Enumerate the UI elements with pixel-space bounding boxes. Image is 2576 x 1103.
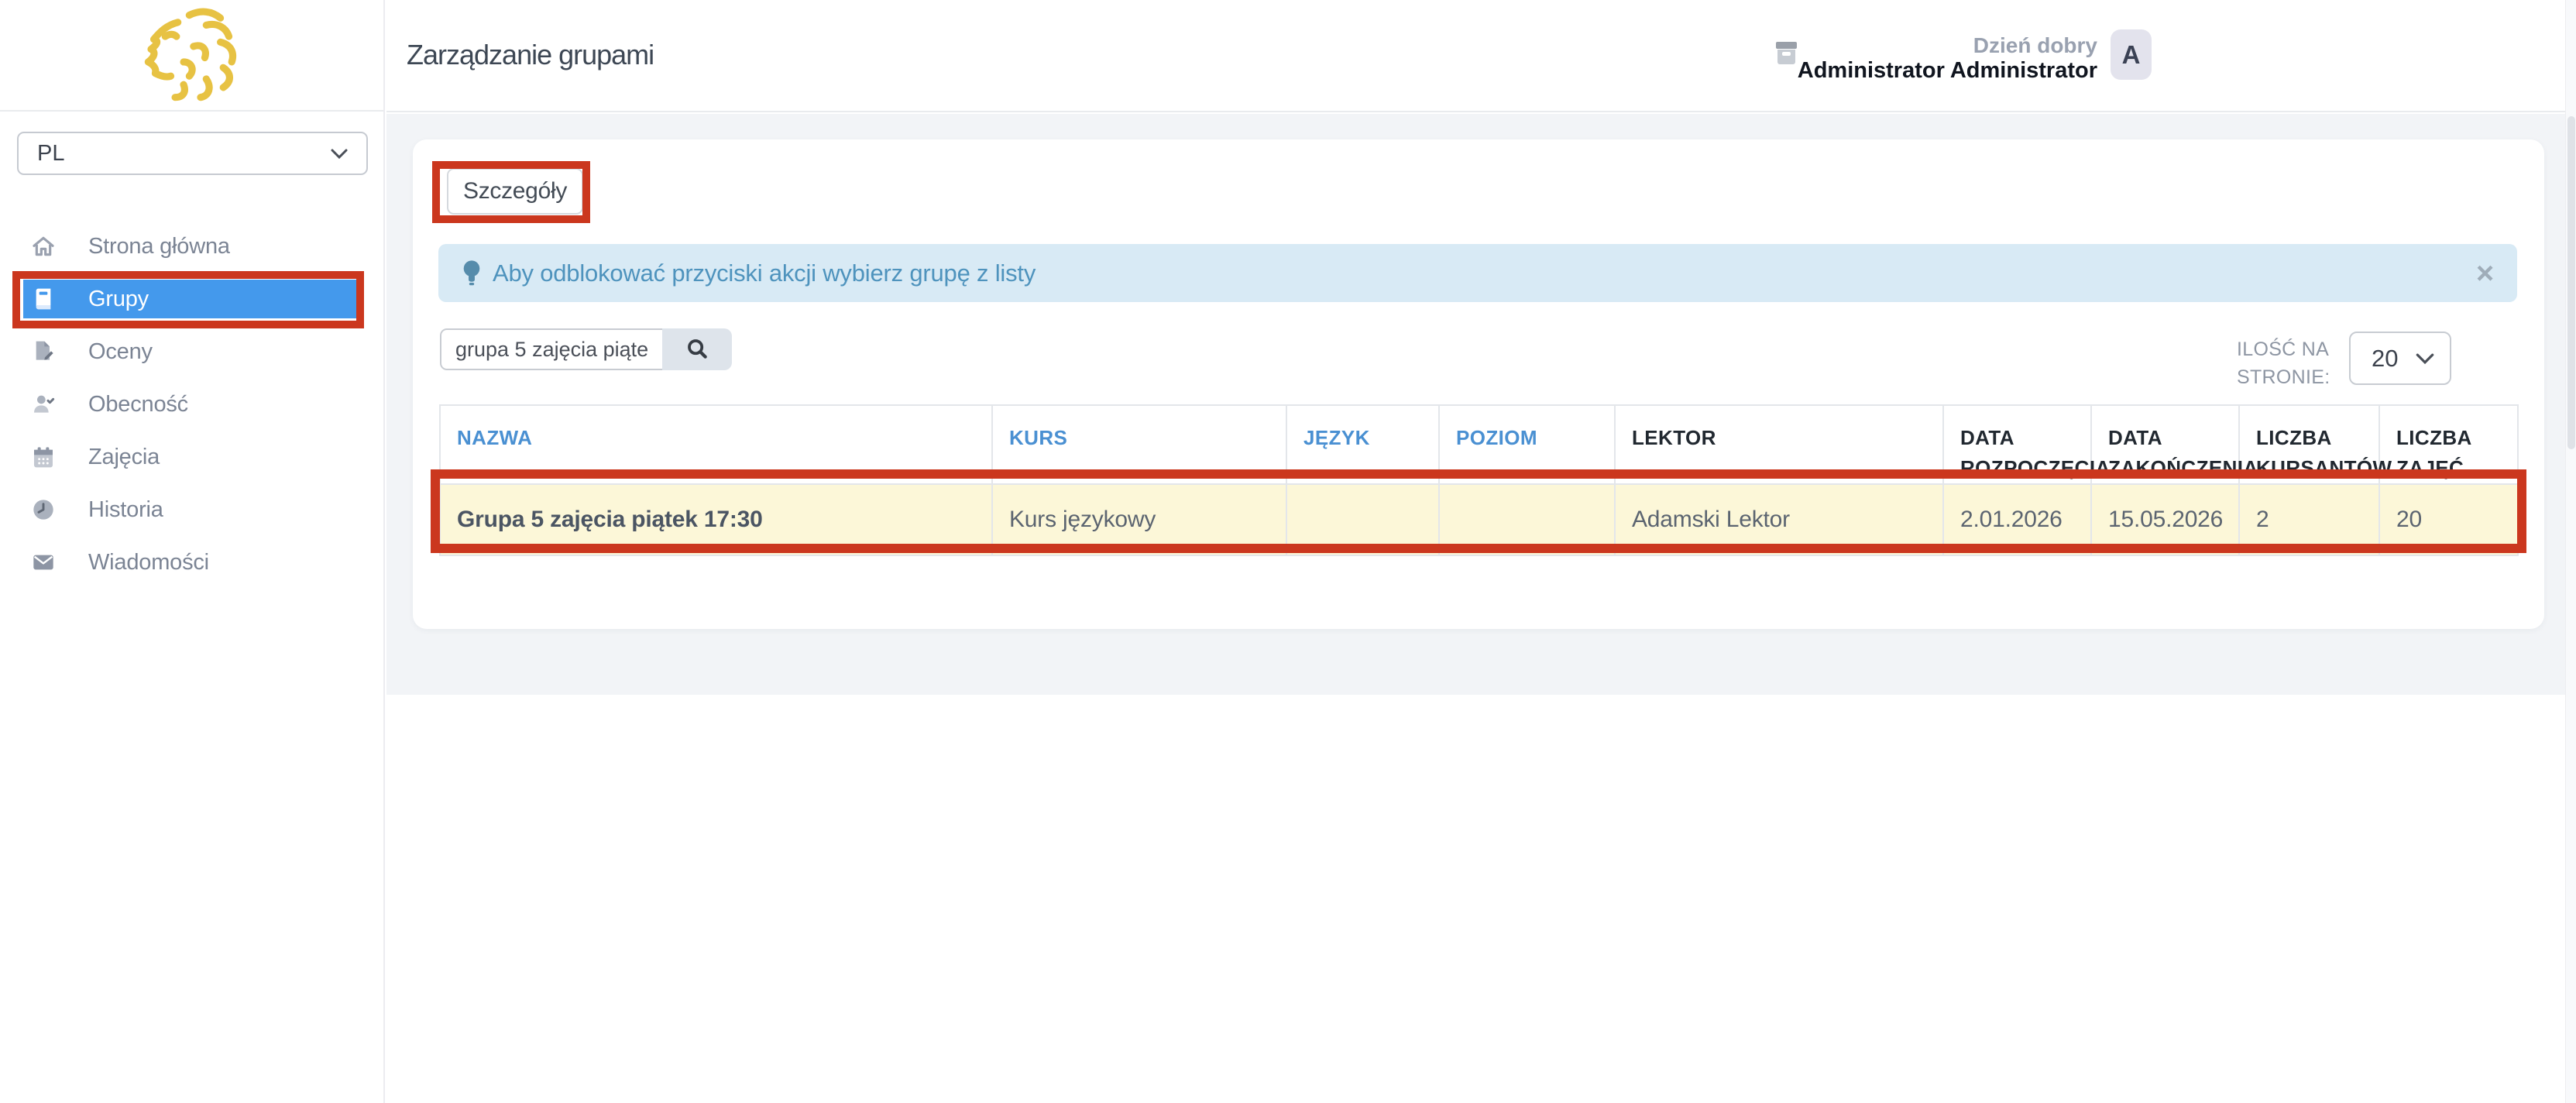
search-icon xyxy=(685,337,709,363)
logo xyxy=(0,0,383,112)
user-name: Administrator Administrator xyxy=(1798,59,2097,82)
book-icon xyxy=(29,285,57,313)
cell-lektor: Adamski Lektor xyxy=(1615,484,1943,555)
chevron-down-icon xyxy=(2416,353,2434,364)
close-icon[interactable]: × xyxy=(2476,258,2494,289)
search-bar xyxy=(440,328,732,370)
page-size-value: 20 xyxy=(2372,345,2398,373)
column-header-poziom[interactable]: POZIOM xyxy=(1439,405,1615,484)
scrollbar-track xyxy=(2565,0,2576,1103)
cell-poziom xyxy=(1439,484,1615,555)
sidebar-item-label: Oceny xyxy=(88,339,153,365)
info-banner-text: Aby odblokować przyciski akcji wybierz g… xyxy=(493,259,1036,287)
groups-card: Szczegóły Aby odblokować przyciski akcji… xyxy=(413,139,2544,629)
language-select[interactable]: PL xyxy=(17,132,368,175)
column-header-data-rozpoczecia: DATA ROZPOCZĘCIA xyxy=(1943,405,2091,484)
sidebar-item-historia[interactable]: Historia xyxy=(0,483,385,536)
sidebar-item-obecnosc[interactable]: Obecność xyxy=(0,378,385,431)
table-header-row: NAZWA KURS JĘZYK POZIOM LEKTOR DATA ROZP… xyxy=(440,405,2518,484)
archive-box-icon[interactable] xyxy=(1776,42,1797,65)
page-size-select[interactable]: 20 xyxy=(2349,332,2451,385)
document-pencil-icon xyxy=(29,338,57,366)
person-check-icon xyxy=(29,390,57,418)
groups-table: NAZWA KURS JĘZYK POZIOM LEKTOR DATA ROZP… xyxy=(439,404,2519,556)
sidebar-item-grupy[interactable]: Grupy xyxy=(0,273,385,325)
details-button[interactable]: Szczegóły xyxy=(447,168,583,215)
column-header-nazwa[interactable]: NAZWA xyxy=(440,405,992,484)
cell-nazwa: Grupa 5 zajęcia piątek 17:30 xyxy=(440,484,992,555)
sidebar: PL Strona główna Grupy Oceny xyxy=(0,0,385,1103)
avatar-letter: A xyxy=(2122,40,2141,70)
column-header-liczba-kursantow: LICZBA KURSANTÓW xyxy=(2239,405,2379,484)
sidebar-item-label: Strona główna xyxy=(88,234,230,259)
chevron-down-icon xyxy=(331,149,348,159)
calendar-icon xyxy=(29,443,57,471)
page-size-label: ILOŚĆ NA STRONIE: xyxy=(2237,335,2334,392)
info-banner: Aby odblokować przyciski akcji wybierz g… xyxy=(438,244,2517,302)
search-button[interactable] xyxy=(662,328,732,370)
sidebar-nav: Strona główna Grupy Oceny Obecność Zajęc… xyxy=(0,220,385,589)
lightbulb-icon xyxy=(462,259,482,288)
top-bar: Zarządzanie grupami Dzień dobry Administ… xyxy=(386,0,2576,112)
greeting-text: Dzień dobry xyxy=(1798,34,2097,57)
language-select-value: PL xyxy=(37,141,64,167)
search-input[interactable] xyxy=(440,328,662,370)
lion-logo-icon xyxy=(118,4,266,107)
scrollbar-thumb[interactable] xyxy=(2567,116,2575,449)
sidebar-item-label: Obecność xyxy=(88,392,188,417)
clock-icon xyxy=(29,496,57,524)
page-title: Zarządzanie grupami xyxy=(407,39,654,71)
sidebar-item-label: Wiadomości xyxy=(88,550,209,576)
user-greeting-block: Dzień dobry Administrator Administrator xyxy=(1798,34,2097,83)
table-row[interactable]: Grupa 5 zajęcia piątek 17:30 Kurs języko… xyxy=(440,484,2518,555)
content-area: Szczegóły Aby odblokować przyciski akcji… xyxy=(386,114,2565,695)
cell-liczba-kursantow: 2 xyxy=(2239,484,2379,555)
sidebar-item-label: Zajęcia xyxy=(88,445,160,470)
cell-liczba-zajec: 20 xyxy=(2379,484,2518,555)
column-header-liczba-zajec: LICZBA ZAJĘĆ xyxy=(2379,405,2518,484)
column-header-lektor: LEKTOR xyxy=(1615,405,1943,484)
cell-jezyk xyxy=(1286,484,1439,555)
mail-icon xyxy=(29,548,57,576)
sidebar-item-strona-glowna[interactable]: Strona główna xyxy=(0,220,385,273)
cell-data-zakonczenia: 15.05.2026 xyxy=(2091,484,2239,555)
sidebar-item-label: Historia xyxy=(88,497,163,523)
sidebar-item-oceny[interactable]: Oceny xyxy=(0,325,385,378)
sidebar-item-zajecia[interactable]: Zajęcia xyxy=(0,431,385,483)
column-header-kurs[interactable]: KURS xyxy=(992,405,1286,484)
sidebar-item-wiadomosci[interactable]: Wiadomości xyxy=(0,536,385,589)
column-header-jezyk[interactable]: JĘZYK xyxy=(1286,405,1439,484)
home-icon xyxy=(29,232,57,260)
avatar[interactable]: A xyxy=(2111,29,2152,80)
cell-data-rozpoczecia: 2.01.2026 xyxy=(1943,484,2091,555)
cell-kurs: Kurs językowy xyxy=(992,484,1286,555)
column-header-data-zakonczenia: DATA ZAKOŃCZENIA xyxy=(2091,405,2239,484)
sidebar-item-label: Grupy xyxy=(88,287,149,312)
